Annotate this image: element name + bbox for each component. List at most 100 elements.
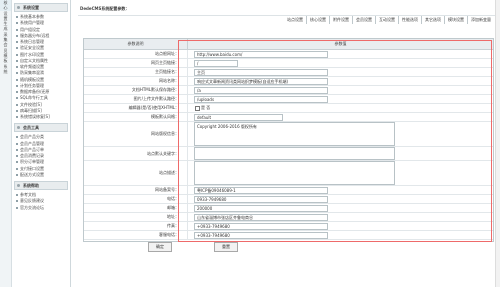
sidebar-section-header[interactable]: 系统帮助: [14, 181, 68, 190]
bullet-icon: [16, 97, 18, 100]
bullet-icon: [16, 206, 18, 209]
setting-input[interactable]: http://www.baidu.com/: [194, 50, 328, 58]
setting-value-cell: 山东省淄博市张店区齐鲁电商谷: [187, 212, 493, 222]
settings-row: 电话： 0933-7949680: [84, 194, 493, 204]
setting-value-cell: +0933-7949680: [187, 230, 493, 240]
sidebar-item[interactable]: 官方交流论坛: [12, 205, 70, 211]
sidebar-item-label: 随机模板设置: [20, 76, 44, 82]
setting-label: 站点根网址：: [84, 49, 188, 59]
setting-label: 模板默认风格：: [84, 112, 188, 122]
setting-input[interactable]: 0933-7949680: [194, 195, 328, 203]
sidebar-item-label: 会员产品分类: [20, 134, 44, 140]
bullet-icon: [16, 142, 18, 145]
top-nav-link[interactable]: 性能选项: [399, 16, 422, 24]
settings-row: 客服电话： +0933-7949680: [84, 230, 493, 240]
setting-label: 文档HTML默认保存路径：: [84, 85, 188, 95]
settings-table: 参数说明 参数值 站点根网址： http://www.baidu.com/网页主页…: [84, 39, 493, 240]
setting-label: 地址：: [84, 212, 188, 222]
radio-box[interactable]: [195, 105, 200, 111]
setting-input[interactable]: default: [194, 113, 283, 121]
top-nav-link[interactable]: 其它选项: [422, 16, 445, 24]
setting-value-cell: 粤ICP备09046089-1: [187, 185, 493, 195]
sidebar: 系统设置 系统基本参数 系统用户管理 用户组设定 服务器分布/远程 系统日志管理 验证安全设…: [12, 0, 71, 287]
setting-input[interactable]: /a: [194, 86, 328, 94]
bullet-icon: [16, 72, 18, 75]
sidebar-item-label: 用户组设定: [20, 26, 40, 32]
setting-label: 网站名称：: [84, 76, 188, 86]
top-nav-link[interactable]: 会员设置: [353, 16, 376, 24]
settings-row: 网站名称： 响应式文章新闻资讯类网站织梦模板(自适应手机端): [84, 76, 493, 86]
setting-textarea[interactable]: [194, 161, 395, 185]
top-nav-link[interactable]: 互动设置: [376, 16, 399, 24]
setting-input[interactable]: /uploads: [194, 95, 328, 103]
top-nav-link[interactable]: 模块设置: [445, 16, 468, 24]
bullet-icon: [16, 109, 18, 112]
setting-input[interactable]: +0933-7949680: [194, 222, 328, 230]
bullet-icon: [16, 59, 18, 62]
settings-row: 网站备案号： 粤ICP备09046089-1: [84, 185, 493, 195]
bullet-icon: [16, 136, 18, 139]
sidebar-item-label: 官方交流论坛: [20, 204, 44, 210]
setting-value-cell: /uploads: [187, 94, 493, 104]
sidebar-item[interactable]: 系统错误修复[S]: [12, 114, 70, 120]
bullet-icon: [16, 155, 18, 157]
settings-row: 文档HTML默认保存路径： /a: [84, 85, 493, 95]
vertical-scrollbar[interactable]: [495, 0, 500, 287]
sidebar-item-label: 系统基本参数: [20, 14, 44, 19]
setting-input[interactable]: +0933-7949680: [194, 231, 328, 239]
setting-input[interactable]: /: [194, 59, 238, 67]
sidebar-item-label: 数据库备份/还原: [20, 89, 50, 94]
xhtml-radio-group[interactable]: 是 否: [194, 105, 493, 111]
top-nav-link[interactable]: 附件设置: [330, 16, 353, 24]
sidebar-item-label: 积分订单管理: [20, 159, 44, 165]
setting-label: 电话：: [84, 194, 188, 204]
sidebar-item-label: 意见反馈建议: [20, 198, 44, 204]
top-nav-link[interactable]: 核心设置: [307, 16, 330, 24]
setting-input[interactable]: 响应式文章新闻资讯类网站织梦模板(自适应手机端): [194, 77, 328, 85]
settings-row: 编辑器(是/否)使用XHTML： 是 否: [84, 103, 493, 113]
sidebar-item-label: 软件频道设置: [20, 64, 44, 69]
sidebar-item-label: 会员产品订单: [20, 146, 44, 152]
bullet-icon: [16, 84, 18, 87]
settings-row: 站点默认关键字：: [84, 146, 493, 161]
column-header-description: 参数说明: [84, 39, 188, 50]
top-nav: 站点设置 核心设置 附件设置 会员设置 互动设置 性能选项 其它选项 模块设置 添加新变量: [284, 16, 494, 24]
column-header-value: 参数值: [187, 39, 493, 50]
bullet-icon: [16, 148, 18, 151]
setting-input[interactable]: 山东省淄博市张店区齐鲁电商谷: [194, 213, 328, 221]
reset-button[interactable]: 重置: [214, 242, 238, 252]
sidebar-section-title: 会员工具: [23, 125, 39, 131]
setting-textarea[interactable]: [194, 147, 395, 160]
bullet-icon: [16, 66, 18, 68]
setting-textarea[interactable]: Copyright 2006-2016 版权所有: [194, 122, 395, 146]
bullet-icon: [16, 167, 18, 170]
setting-value-cell: /: [187, 58, 493, 68]
bullet-icon: [16, 41, 18, 43]
sidebar-item-label: 配送方式设置: [20, 171, 44, 177]
bullet-icon: [16, 103, 18, 106]
setting-value-cell: 0933-7949680: [187, 194, 493, 204]
setting-input[interactable]: 粤ICP备09046089-1: [194, 186, 328, 194]
sidebar-item-label: 系统日志管理: [20, 39, 44, 44]
section-toggle-icon: [17, 6, 20, 9]
setting-input[interactable]: 200000: [194, 204, 328, 212]
sidebar-item-label: 计划任务管理: [20, 82, 44, 88]
bullet-icon: [16, 161, 18, 164]
sidebar-item-label: 支付接口设置: [20, 165, 44, 171]
top-nav-link[interactable]: 添加新变量: [468, 16, 494, 24]
bullet-icon: [16, 53, 18, 56]
vertical-tab-char[interactable]: 统: [0, 69, 11, 74]
sidebar-item[interactable]: 配送方式设置: [12, 172, 70, 178]
sidebar-section-header[interactable]: 系统设置: [14, 3, 68, 12]
confirm-button[interactable]: 确定: [148, 242, 172, 252]
top-nav-link[interactable]: 站点设置: [284, 16, 307, 24]
settings-row: 图片/上传文件默认路径： /uploads: [84, 94, 493, 104]
settings-row: 模板默认风格： default: [84, 112, 493, 122]
setting-label: 主页链接名：: [84, 67, 188, 77]
sidebar-item-label: 参考文档: [20, 192, 36, 197]
setting-input[interactable]: 主页: [194, 68, 328, 76]
sidebar-item-label: 防采集串混淆: [20, 70, 44, 76]
sidebar-item-label: 验证安全设置: [20, 45, 44, 51]
bullet-icon: [16, 194, 18, 196]
sidebar-section-header[interactable]: 会员工具: [14, 123, 68, 133]
